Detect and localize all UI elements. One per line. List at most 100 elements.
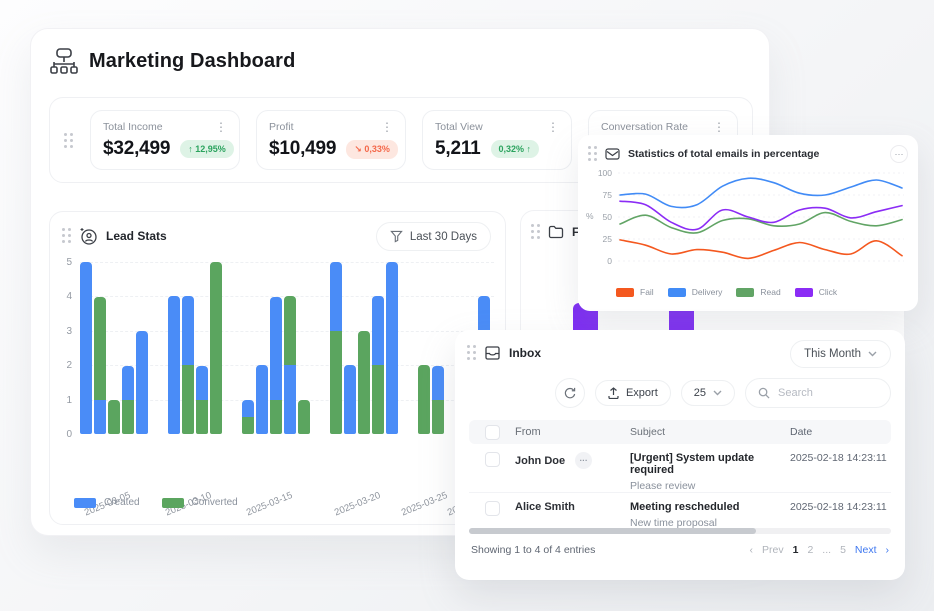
drag-handle-icon[interactable] <box>531 224 540 239</box>
ellipsis-icon: ⋯ <box>895 149 904 160</box>
search-box <box>745 378 891 408</box>
drag-handle-icon[interactable] <box>467 345 476 360</box>
stacked-bar <box>298 400 310 434</box>
stat-trend-badge: 0,32% ↑ <box>491 140 540 158</box>
stacked-bar <box>418 365 430 434</box>
y-tick-label: 75 <box>586 190 612 200</box>
page-size-dropdown[interactable]: 25 <box>681 380 735 406</box>
filter-label: Last 30 Days <box>410 231 477 243</box>
bar-segment-created <box>242 400 254 417</box>
pagination-item[interactable]: Next <box>855 544 877 556</box>
export-label: Export <box>626 387 658 399</box>
stacked-bar <box>432 366 444 434</box>
pagination-item[interactable]: 5 <box>840 544 846 556</box>
period-dropdown[interactable]: This Month <box>790 340 891 368</box>
row-checkbox[interactable] <box>485 452 500 467</box>
legend-item: Converted <box>162 497 238 508</box>
legend-item: Delivery <box>668 287 723 297</box>
pagination-item[interactable]: Prev <box>762 544 784 556</box>
row-from-cell: John Doe··· <box>515 452 630 469</box>
bar-segment-converted <box>122 400 134 434</box>
stat-label: Profit <box>269 121 294 133</box>
page-header: Marketing Dashboard <box>49 47 295 75</box>
inbox-toolbar: Export 25 <box>555 378 891 408</box>
export-button[interactable]: Export <box>595 380 671 406</box>
more-options-button[interactable]: ⋯ <box>890 145 908 163</box>
stacked-bar <box>284 296 296 434</box>
inbox-card: Inbox This Month <box>455 330 905 580</box>
drag-handle-icon[interactable] <box>62 228 71 243</box>
row-actions-button[interactable]: ··· <box>575 452 592 469</box>
email-stats-legend: FailDeliveryReadClick <box>616 287 837 297</box>
scrollbar-thumb[interactable] <box>469 528 756 534</box>
bar-group <box>242 296 310 434</box>
bar-segment-converted <box>270 400 282 434</box>
stacked-bar <box>358 331 370 434</box>
showing-entries-text: Showing 1 to 4 of 4 entries <box>471 544 595 556</box>
select-all-checkbox[interactable] <box>485 425 500 440</box>
pagination-item[interactable]: 1 <box>793 544 799 556</box>
bar-segment-created <box>270 297 282 400</box>
line-series-fail <box>620 240 902 259</box>
pagination-item[interactable]: ‹ <box>750 544 754 556</box>
x-axis-label: 2025-03-25 <box>400 490 449 518</box>
stat-value: $10,499 <box>269 138 336 160</box>
row-checkbox[interactable] <box>485 501 500 516</box>
kebab-menu-icon[interactable]: ⋮ <box>215 122 227 132</box>
refresh-button[interactable] <box>555 378 585 408</box>
row-date-cell: 2025-02-18 14:23:11 <box>790 452 891 464</box>
bar-segment-created <box>80 262 92 434</box>
inbox-title: Inbox <box>509 346 541 360</box>
bar-segment-created <box>196 366 208 400</box>
kebab-menu-icon[interactable]: ⋮ <box>547 122 559 132</box>
pagination-item[interactable]: ... <box>822 544 831 556</box>
row-checkbox-cell <box>469 501 515 516</box>
legend-swatch <box>795 288 813 297</box>
kebab-menu-icon[interactable]: ⋮ <box>713 122 725 132</box>
y-tick-label: 100 <box>586 168 612 178</box>
table-row[interactable]: John Doe···[Urgent] System update requir… <box>469 444 891 493</box>
bar-segment-created <box>344 365 356 434</box>
bar-segment-created <box>330 262 342 331</box>
stat-card: Total View⋮5,2110,32% ↑ <box>422 110 572 170</box>
y-tick-label: 0 <box>586 256 612 266</box>
legend-item: Fail <box>616 287 654 297</box>
pagination-item[interactable]: › <box>886 544 890 556</box>
last-30-days-filter-button[interactable]: Last 30 Days <box>376 222 491 251</box>
bar-segment-created <box>256 365 268 434</box>
horizontal-scrollbar[interactable] <box>469 528 891 534</box>
bar-segment-converted <box>182 365 194 434</box>
inbox-icon <box>484 346 501 360</box>
page-size-value: 25 <box>694 387 706 399</box>
legend-item: Click <box>795 287 837 297</box>
x-axis-label: 2025-03-20 <box>333 490 382 518</box>
kebab-menu-icon[interactable]: ⋮ <box>381 122 393 132</box>
column-header-from: From <box>515 426 630 438</box>
bar-group <box>330 262 398 434</box>
stat-trend-badge: ↑ 12,95% <box>180 140 234 158</box>
stat-value: $32,499 <box>103 138 170 160</box>
pagination-item[interactable]: 2 <box>807 544 813 556</box>
search-input[interactable] <box>778 387 878 399</box>
dashboard-stage: Marketing Dashboard Total Income⋮$32,499… <box>0 0 934 611</box>
legend-swatch <box>736 288 754 297</box>
column-header-date: Date <box>790 426 891 438</box>
subject-text: Meeting rescheduled <box>630 501 790 513</box>
row-from-cell: Alice Smith <box>515 501 630 513</box>
stat-label: Conversation Rate <box>601 121 688 133</box>
stacked-bar <box>168 296 180 434</box>
drag-handle-icon[interactable] <box>588 146 597 161</box>
bar-segment-converted <box>196 400 208 434</box>
stacked-bar <box>108 400 120 434</box>
table-body: John Doe···[Urgent] System update requir… <box>469 444 891 531</box>
bar-group <box>418 365 444 434</box>
drag-handle-icon[interactable] <box>64 133 73 148</box>
refresh-icon <box>563 387 576 400</box>
table-row[interactable]: Alice SmithMeeting rescheduledNew time p… <box>469 493 891 531</box>
legend-item: Created <box>74 497 140 508</box>
stat-card-header: Conversation Rate ⋮ <box>601 121 725 133</box>
x-axis-label: 2025-03-15 <box>245 490 294 518</box>
bar-segment-created <box>122 366 134 400</box>
legend-label: Fail <box>640 287 654 297</box>
envelope-icon <box>605 148 620 160</box>
